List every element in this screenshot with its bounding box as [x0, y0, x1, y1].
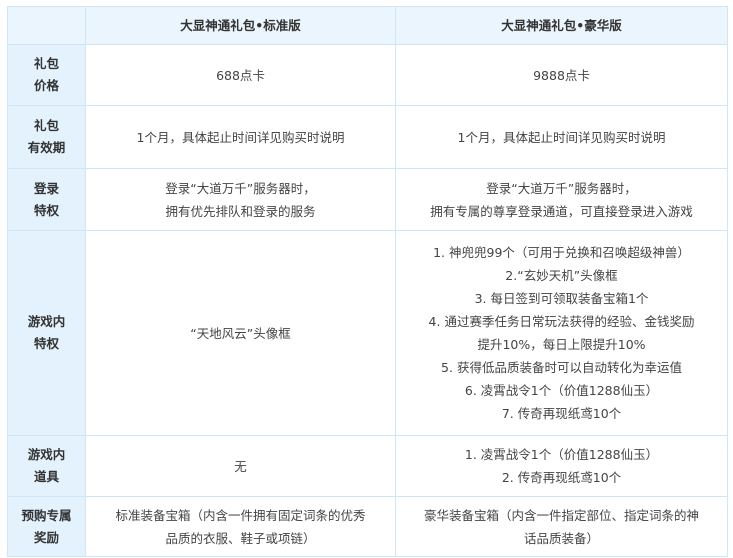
row-label-price: 礼包 价格 [7, 44, 86, 106]
header-row: 大显神通礼包•标准版 大显神通礼包•豪华版 [7, 6, 728, 45]
row-validity: 礼包 有效期 1个月，具体起止时间详见购买时说明 1个月，具体起止时间详见购买时… [7, 105, 728, 169]
list-item: 4. 通过赛季任务日常玩法获得的经验、金钱奖励 [428, 314, 695, 329]
deluxe-ingame-privilege-cell: 1. 神兜兜99个（可用于兑换和召唤超级神兽） 2.“玄妙天机”头像框 3. 每… [395, 230, 728, 436]
list-item: 7. 传奇再现纸鸢10个 [501, 406, 622, 421]
deluxe-price-cell: 9888点卡 [395, 44, 728, 106]
row-ingame-items: 游戏内 道具 无 1. 凌霄战令1个（价值1288仙玉） 2. 传奇再现纸鸢10… [7, 435, 728, 497]
gift-pack-comparison: 大显神通礼包•标准版 大显神通礼包•豪华版 礼包 价格 688点卡 9888点卡… [7, 6, 728, 557]
deluxe-preorder-cell: 豪华装备宝箱（内含一件指定部位、指定词条的神 话品质装备） [395, 496, 728, 557]
row-price: 礼包 价格 688点卡 9888点卡 [7, 44, 728, 106]
list-item: 3. 每日签到可领取装备宝箱1个 [474, 291, 649, 306]
row-label-preorder-reward: 预购专属 奖励 [7, 496, 86, 557]
standard-ingame-items-cell: 无 [85, 435, 396, 497]
standard-ingame-privilege-cell: “天地风云”头像框 [85, 230, 396, 436]
list-item: 提升10%，每日上限提升10% [477, 337, 646, 352]
row-login-privilege: 登录 特权 登录“大道万千”服务器时， 拥有优先排队和登录的服务 登录“大道万千… [7, 168, 728, 231]
deluxe-validity-cell: 1个月，具体起止时间详见购买时说明 [395, 105, 728, 169]
list-item: 5. 获得低品质装备时可以自动转化为幸运值 [441, 360, 682, 375]
deluxe-login-cell: 登录“大道万千”服务器时， 拥有专属的尊享登录通道，可直接登录进入游戏 [395, 168, 728, 231]
list-item: 2. 传奇再现纸鸢10个 [501, 470, 622, 485]
row-label-validity: 礼包 有效期 [7, 105, 86, 169]
row-label-login-privilege: 登录 特权 [7, 168, 86, 231]
standard-validity-cell: 1个月，具体起止时间详见购买时说明 [85, 105, 396, 169]
header-standard-edition: 大显神通礼包•标准版 [85, 6, 396, 45]
list-item: 1. 神兜兜99个（可用于兑换和召唤超级神兽） [433, 245, 690, 260]
list-item: 2.“玄妙天机”头像框 [505, 268, 618, 283]
standard-price-cell: 688点卡 [85, 44, 396, 106]
header-corner-cell [7, 6, 86, 45]
standard-preorder-cell: 标准装备宝箱（内含一件拥有固定词条的优秀 品质的衣服、鞋子或项链） [85, 496, 396, 557]
list-item: 1. 凌霄战令1个（价值1288仙玉） [464, 447, 659, 462]
row-label-ingame-items: 游戏内 道具 [7, 435, 86, 497]
comparison-table: 大显神通礼包•标准版 大显神通礼包•豪华版 礼包 价格 688点卡 9888点卡… [7, 6, 728, 557]
row-ingame-privilege: 游戏内 特权 “天地风云”头像框 1. 神兜兜99个（可用于兑换和召唤超级神兽）… [7, 230, 728, 436]
deluxe-ingame-items-cell: 1. 凌霄战令1个（价值1288仙玉） 2. 传奇再现纸鸢10个 [395, 435, 728, 497]
standard-login-cell: 登录“大道万千”服务器时， 拥有优先排队和登录的服务 [85, 168, 396, 231]
row-label-ingame-privilege: 游戏内 特权 [7, 230, 86, 436]
row-preorder-reward: 预购专属 奖励 标准装备宝箱（内含一件拥有固定词条的优秀 品质的衣服、鞋子或项链… [7, 496, 728, 557]
list-item: 6. 凌霄战令1个（价值1288仙玉） [464, 383, 659, 398]
header-deluxe-edition: 大显神通礼包•豪华版 [395, 6, 728, 45]
